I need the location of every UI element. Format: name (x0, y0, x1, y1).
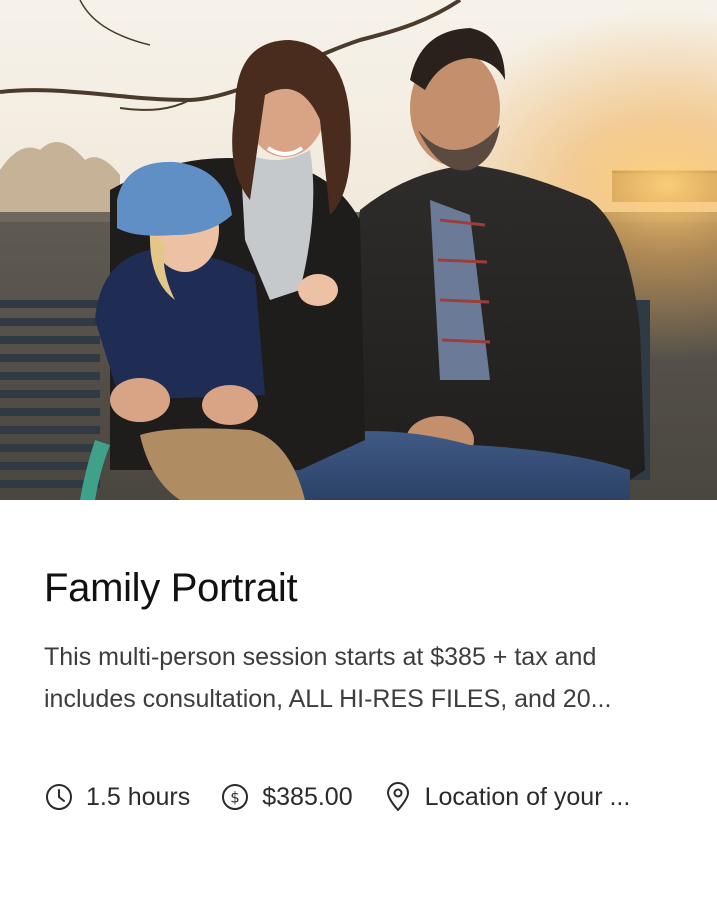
service-description: This multi-person session starts at $385… (44, 636, 674, 720)
clock-icon (44, 782, 74, 812)
price-info: $ $385.00 (220, 782, 353, 812)
price-text: $385.00 (262, 782, 353, 811)
service-card[interactable]: Family Portrait This multi-person sessio… (0, 0, 717, 900)
hero-photo (0, 0, 717, 500)
service-title[interactable]: Family Portrait (44, 560, 684, 616)
service-description-line: includes consultation, ALL HI-RES FILES,… (44, 685, 612, 713)
dollar-circle-icon: $ (220, 782, 250, 812)
duration-info: 1.5 hours (44, 782, 190, 812)
location-info: Location of your ... (383, 782, 631, 812)
duration-text: 1.5 hours (86, 782, 191, 811)
location-text: Location of your ... (424, 782, 631, 811)
card-content: Family Portrait This multi-person sessio… (44, 560, 684, 720)
service-description-line: This multi-person session starts at $385… (44, 643, 597, 671)
service-meta: 1.5 hours $ $385.00 Location of your ... (44, 776, 630, 818)
svg-text:$: $ (230, 789, 240, 807)
map-pin-icon (383, 782, 413, 812)
